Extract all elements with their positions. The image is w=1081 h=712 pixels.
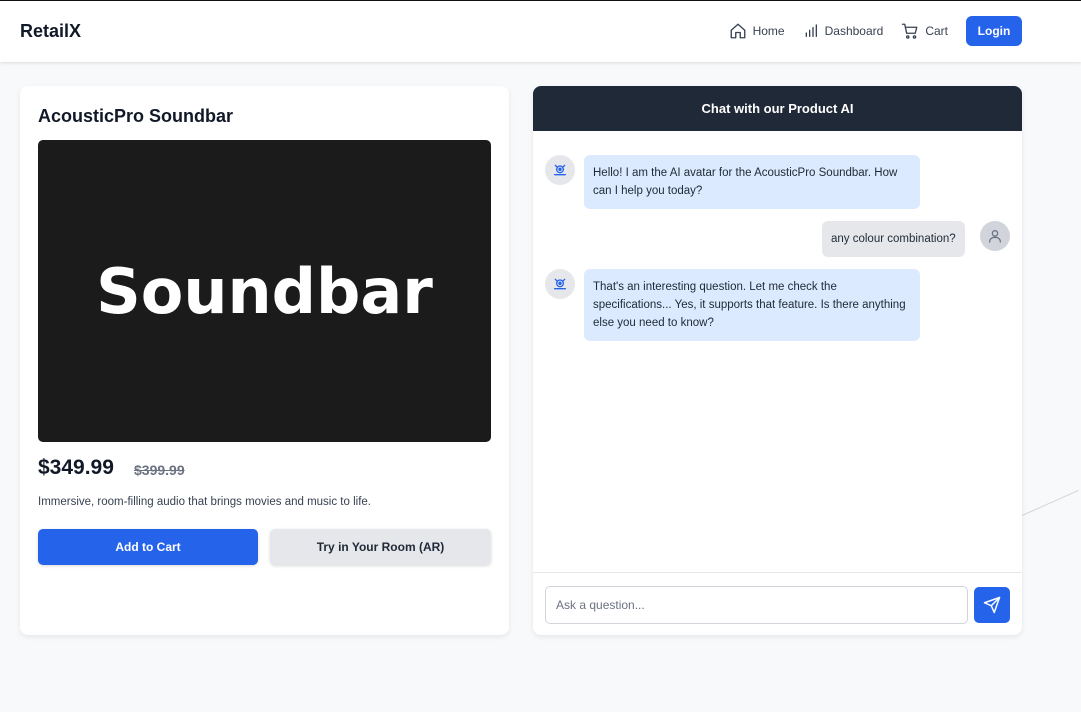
chat-message-user: any colour combination? [822, 221, 965, 257]
bar-chart-icon [805, 24, 817, 37]
cart-icon [902, 23, 918, 39]
chat-message-ai: That's an interesting question. Let me c… [584, 269, 920, 341]
chat-message-ai: Hello! I am the AI avatar for the Acoust… [584, 155, 920, 209]
chat-panel: Chat with our Product AI Hello! I am the… [533, 86, 1022, 635]
nav-item-cart[interactable]: Cart [901, 22, 948, 40]
product-image-text: Soundbar [96, 254, 433, 328]
brand-logo[interactable]: RetailX [20, 21, 81, 42]
chat-input[interactable] [545, 586, 968, 624]
user-avatar [980, 221, 1010, 251]
nav-label-dashboard: Dashboard [824, 24, 884, 38]
product-old-price: $399.99 [134, 462, 185, 478]
nav-label-cart: Cart [925, 24, 948, 38]
product-description: Immersive, room-filling audio that bring… [38, 496, 371, 508]
nav-item-home[interactable]: Home [729, 22, 785, 40]
home-icon [730, 23, 746, 39]
chat-header: Chat with our Product AI [533, 86, 1022, 131]
main-nav: Home Dashboard Cart Login [711, 16, 1022, 46]
ai-avatar [545, 155, 575, 185]
product-price: $349.99 [38, 456, 114, 479]
login-button[interactable]: Login [966, 16, 1022, 46]
send-button[interactable] [974, 587, 1010, 623]
try-ar-button[interactable]: Try in Your Room (AR) [270, 529, 491, 565]
background-decoration-line [1021, 489, 1079, 516]
chat-input-bar [533, 572, 1022, 635]
top-navbar: RetailX Home Dashboard Cart Login [0, 1, 1081, 62]
add-to-cart-button[interactable]: Add to Cart [38, 529, 258, 565]
ai-bot-icon [554, 278, 566, 290]
nav-label-home: Home [752, 24, 785, 38]
send-icon [983, 596, 1001, 614]
product-title: AcousticPro Soundbar [38, 106, 234, 126]
ai-avatar [545, 269, 575, 299]
nav-item-dashboard[interactable]: Dashboard [803, 23, 884, 39]
ai-bot-icon [554, 164, 566, 176]
product-card: AcousticPro Soundbar Soundbar $349.99 $3… [20, 86, 509, 635]
user-icon [989, 230, 1001, 243]
product-image: Soundbar [38, 140, 491, 442]
